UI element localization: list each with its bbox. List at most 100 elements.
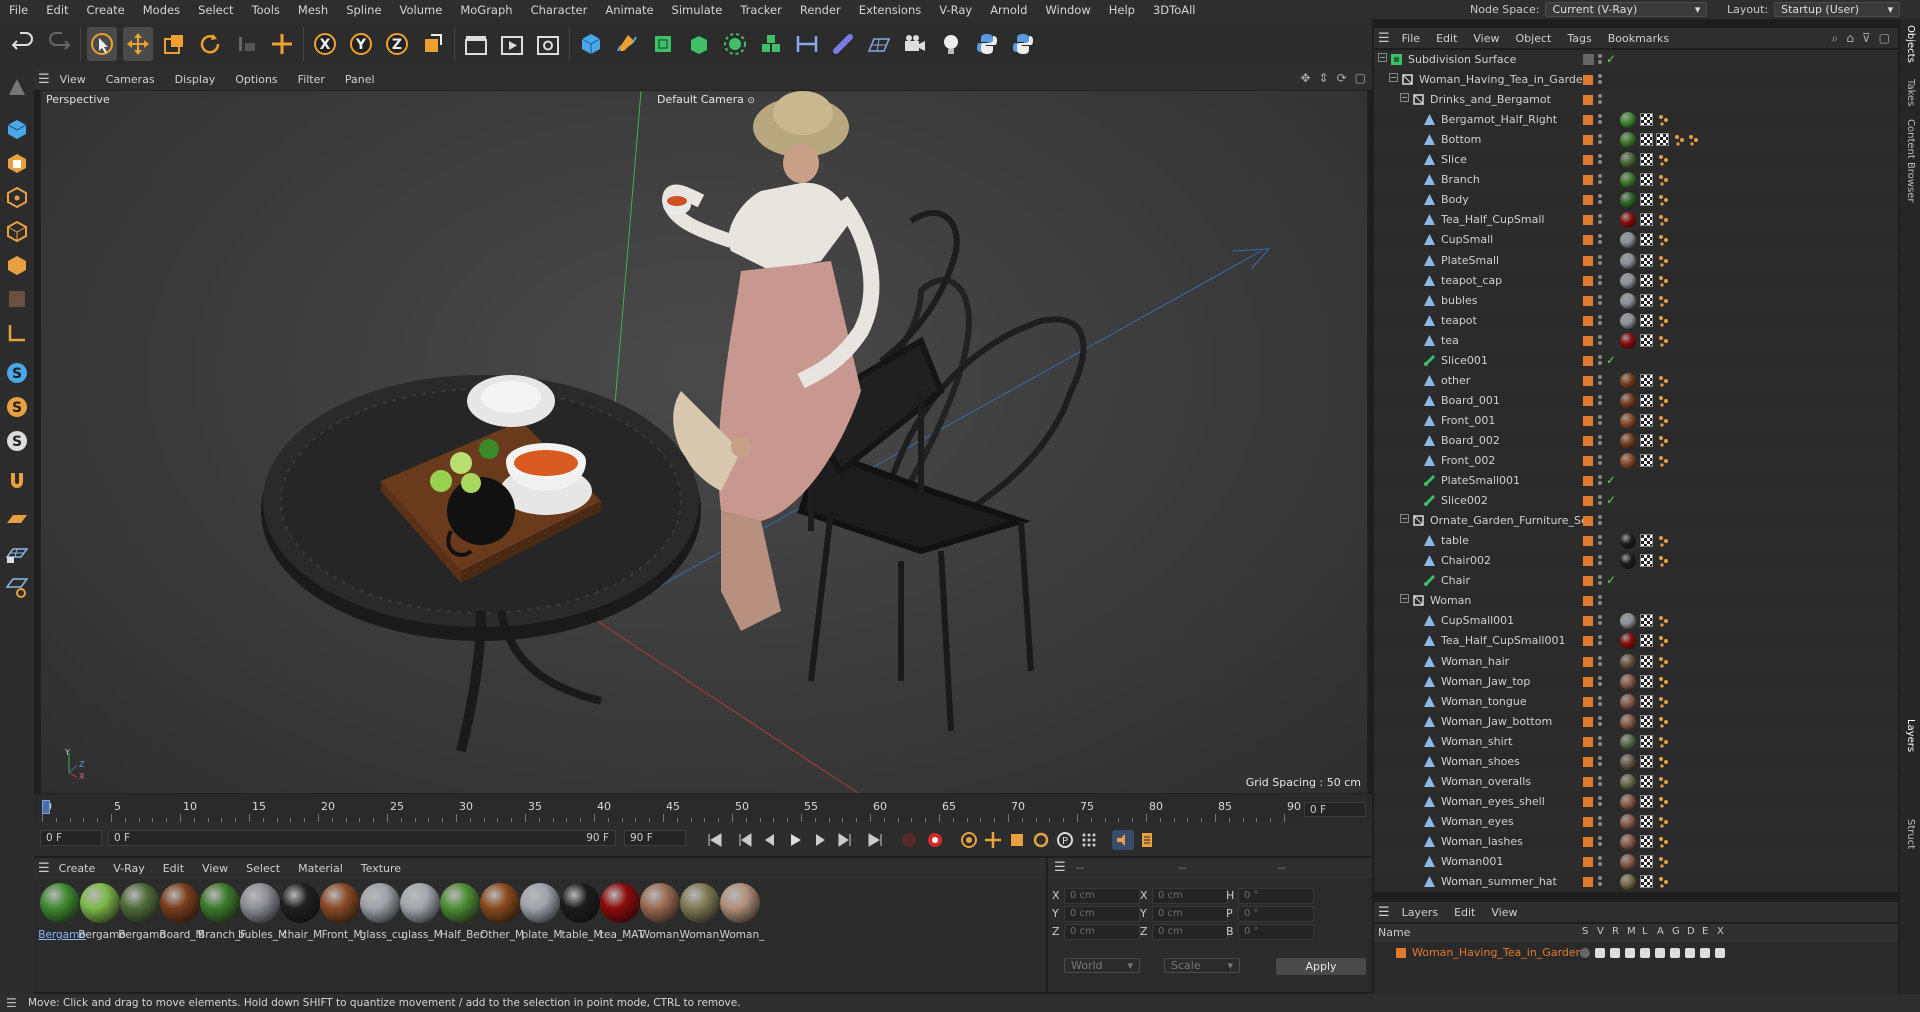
viewport-menu-cameras[interactable]: Cameras — [96, 73, 165, 86]
layer-color-icon[interactable] — [1583, 155, 1593, 166]
object-row[interactable]: − Ornate_Garden_Furniture_Set — [1374, 511, 1898, 532]
material-menu-create[interactable]: Create — [50, 862, 105, 875]
layer-color-icon[interactable] — [1583, 816, 1593, 827]
material-tag[interactable] — [1620, 533, 1636, 550]
material-swatch[interactable]: Board_M — [158, 883, 205, 945]
deformer-button[interactable] — [792, 27, 822, 61]
new-window-icon[interactable]: ▢ — [1879, 31, 1890, 46]
visibility-dots[interactable] — [1598, 475, 1602, 487]
texture-tag-icon[interactable] — [1640, 754, 1653, 768]
quantize-button[interactable]: S — [2, 425, 32, 457]
material-menu-v-ray[interactable]: V-Ray — [104, 862, 154, 875]
dock-tab-struct[interactable]: Struct — [1905, 819, 1916, 849]
render-view-button[interactable] — [461, 27, 491, 61]
visibility-dots[interactable] — [1598, 735, 1602, 748]
timeline-ruler[interactable]: 051015202530354045505560657075808590 — [42, 800, 1301, 822]
previous-frame-button[interactable] — [758, 830, 780, 850]
object-row[interactable]: Woman_tongue — [1374, 691, 1898, 712]
menu-mograph[interactable]: MoGraph — [451, 3, 521, 17]
points-mode-button[interactable] — [2, 181, 32, 213]
vray-tag-icon[interactable] — [1658, 676, 1670, 688]
vray-tag-icon[interactable] — [1658, 696, 1670, 708]
visibility-dots[interactable] — [1598, 214, 1602, 226]
vray-tag-icon[interactable] — [1658, 555, 1670, 567]
coord-value-field[interactable]: 0 cm — [1152, 888, 1228, 904]
axis-mode-button[interactable] — [2, 317, 32, 349]
coord-value-field[interactable]: 0 cm — [1152, 906, 1228, 922]
layer-color-icon[interactable] — [1583, 496, 1593, 507]
mograph-button[interactable] — [756, 27, 786, 61]
scheme-button[interactable] — [1112, 830, 1134, 850]
coord-value-field[interactable]: 0 cm — [1064, 924, 1140, 940]
render-icon[interactable] — [1610, 948, 1620, 958]
layers-menu-layers[interactable]: Layers — [1394, 906, 1446, 919]
lock-icon[interactable] — [1640, 948, 1650, 958]
rotate-tool-button[interactable] — [195, 27, 225, 61]
visibility-dots[interactable] — [1598, 856, 1602, 868]
vray-tag-icon[interactable] — [1658, 656, 1670, 668]
menu-edit[interactable]: Edit — [37, 3, 77, 17]
visibility-dots[interactable] — [1598, 94, 1602, 106]
vray-tag-icon[interactable] — [1658, 635, 1670, 648]
layer-color-icon[interactable] — [1583, 476, 1593, 487]
deformer-icon[interactable] — [1685, 948, 1695, 958]
visibility-dots[interactable] — [1598, 815, 1602, 828]
menu-help[interactable]: Help — [1100, 3, 1144, 17]
layer-color-icon[interactable] — [1583, 736, 1593, 747]
material-swatch[interactable]: plate_M — [518, 883, 562, 945]
menu-window[interactable]: Window — [1036, 3, 1099, 17]
vray-tag-icon[interactable] — [1658, 435, 1670, 447]
menu-v-ray[interactable]: V-Ray — [930, 3, 981, 17]
viewport-menu-display[interactable]: Display — [165, 73, 226, 86]
manager-icon[interactable] — [1625, 948, 1635, 958]
material-menu-icon[interactable]: ☰ — [38, 861, 50, 876]
object-row[interactable]: Woman_overalls — [1374, 771, 1898, 792]
visibility-dots[interactable] — [1598, 354, 1602, 367]
layer-color-icon[interactable] — [1583, 576, 1593, 587]
play-button[interactable] — [784, 830, 806, 850]
vray-tag-icon[interactable] — [1658, 395, 1670, 407]
layer-color-icon[interactable] — [1583, 395, 1593, 406]
cube-button[interactable] — [576, 27, 606, 61]
object-menu-view[interactable]: View — [1465, 32, 1507, 45]
extrude-button[interactable] — [684, 27, 714, 61]
object-row[interactable]: other — [1374, 370, 1898, 391]
vray-tag-icon[interactable] — [1658, 174, 1670, 186]
visibility-dots[interactable] — [1598, 455, 1602, 467]
current-frame-field[interactable]: 0 F — [1304, 802, 1366, 817]
object-row[interactable]: Front_002 — [1374, 451, 1898, 471]
vray-tag-icon[interactable] — [1658, 816, 1670, 828]
vray-tag-icon[interactable] — [1658, 375, 1670, 387]
uv-mode-button[interactable] — [2, 283, 32, 315]
menu-mesh[interactable]: Mesh — [289, 3, 337, 17]
maximize-view-icon[interactable]: ▢ — [1355, 71, 1366, 85]
texture-tag-icon[interactable] — [1640, 273, 1653, 287]
material-tag[interactable] — [1620, 793, 1636, 810]
expression-icon[interactable] — [1700, 948, 1710, 958]
key-pla-button[interactable] — [1078, 830, 1100, 850]
layers-menu-view[interactable]: View — [1483, 906, 1525, 919]
menu-extensions[interactable]: Extensions — [850, 3, 930, 17]
layer-color-icon[interactable] — [1583, 295, 1593, 306]
object-row[interactable]: Body — [1374, 190, 1898, 211]
status-menu-icon[interactable]: ☰ — [6, 996, 17, 1010]
layer-color-icon[interactable] — [1583, 175, 1593, 186]
vray-tag-icon[interactable] — [1658, 154, 1670, 166]
scale-tool-button[interactable] — [159, 27, 189, 61]
xref-icon[interactable] — [1715, 948, 1725, 958]
viewport-3d[interactable]: Perspective Default Camera ⊙ Grid Spacin… — [40, 90, 1368, 794]
layer-color-icon[interactable] — [1583, 275, 1593, 286]
material-swatch[interactable]: glass_cu — [358, 883, 404, 945]
texture-tag-icon[interactable] — [1640, 855, 1653, 868]
visibility-dots[interactable] — [1598, 755, 1602, 768]
visibility-dots[interactable] — [1598, 154, 1602, 166]
viewport-menu-options[interactable]: Options — [225, 73, 287, 86]
layer-color-icon[interactable] — [1583, 616, 1593, 627]
object-row[interactable]: Woman001 — [1374, 852, 1898, 872]
material-tag[interactable] — [1620, 553, 1636, 570]
vray-tag-icon[interactable] — [1658, 335, 1670, 347]
material-swatch[interactable]: glass_M — [398, 883, 443, 945]
home-icon[interactable]: ⌂ — [1846, 31, 1854, 46]
snap-button[interactable]: S — [2, 357, 32, 389]
object-row[interactable]: Woman_eyes_shell — [1374, 791, 1898, 812]
